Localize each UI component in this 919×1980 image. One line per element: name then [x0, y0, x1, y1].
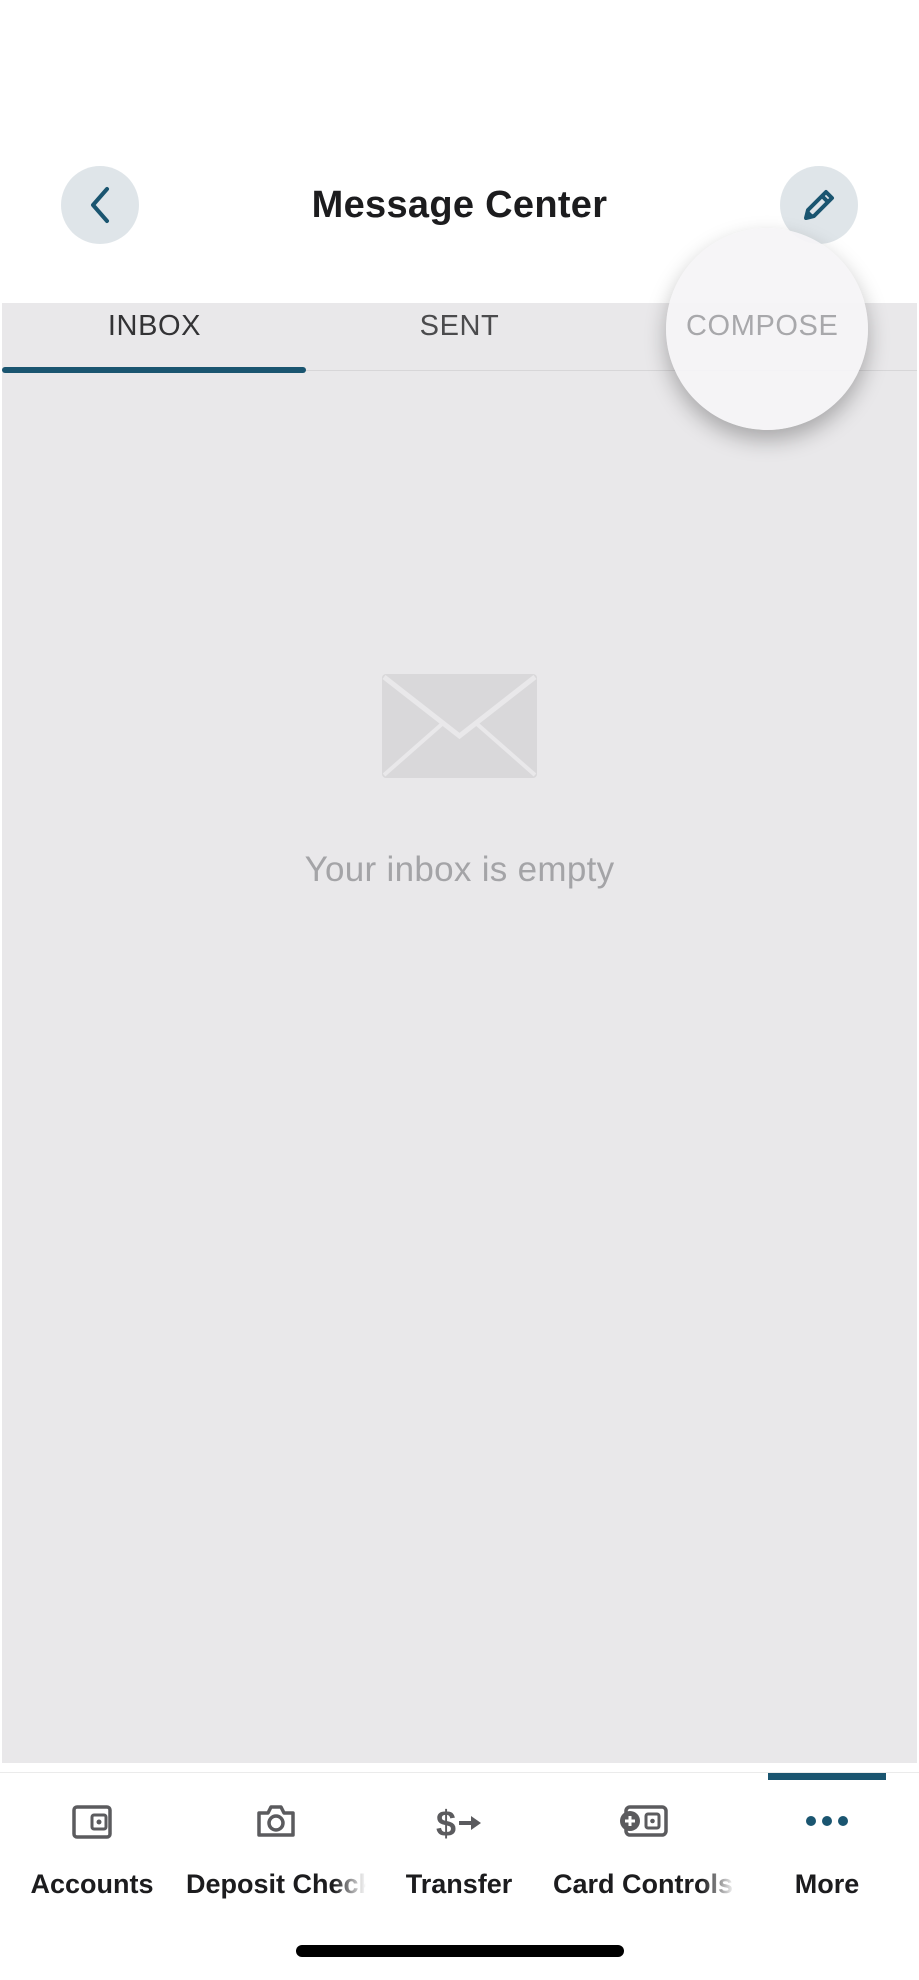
more-dots-icon	[806, 1816, 848, 1826]
nav-item-accounts[interactable]: Accounts	[0, 1773, 184, 1903]
card-controls-icon	[620, 1805, 668, 1837]
compose-tab-highlight	[666, 228, 868, 430]
nav-item-transfer[interactable]: $ Transfer	[367, 1773, 551, 1903]
empty-inbox-message: Your inbox is empty	[304, 850, 615, 889]
wallet-icon	[72, 1805, 112, 1839]
nav-label-deposit-check: Deposit Check	[186, 1869, 366, 1899]
nav-item-deposit-check[interactable]: Deposit Check	[184, 1773, 368, 1903]
tab-sent-label: SENT	[419, 310, 500, 342]
active-tab-indicator	[2, 367, 306, 373]
nav-label-card-controls: Card Controls	[552, 1869, 733, 1899]
envelope-icon	[382, 674, 537, 778]
nav-label-more: More	[794, 1869, 860, 1899]
nav-label-accounts: Accounts	[30, 1869, 154, 1899]
nav-item-more[interactable]: More	[735, 1773, 919, 1903]
nav-label-transfer: Transfer	[405, 1869, 513, 1899]
pencil-icon	[804, 190, 834, 220]
home-indicator	[296, 1945, 624, 1957]
tab-sent[interactable]: SENT	[307, 303, 612, 370]
dollar-transfer-icon: $	[436, 1803, 481, 1843]
camera-icon	[257, 1805, 295, 1837]
tab-inbox-label: INBOX	[107, 310, 202, 342]
svg-text:$: $	[436, 1803, 456, 1843]
inbox-content	[2, 303, 917, 1763]
nav-item-card-controls[interactable]: Card Controls	[551, 1773, 735, 1903]
tab-inbox[interactable]: INBOX	[2, 303, 307, 370]
